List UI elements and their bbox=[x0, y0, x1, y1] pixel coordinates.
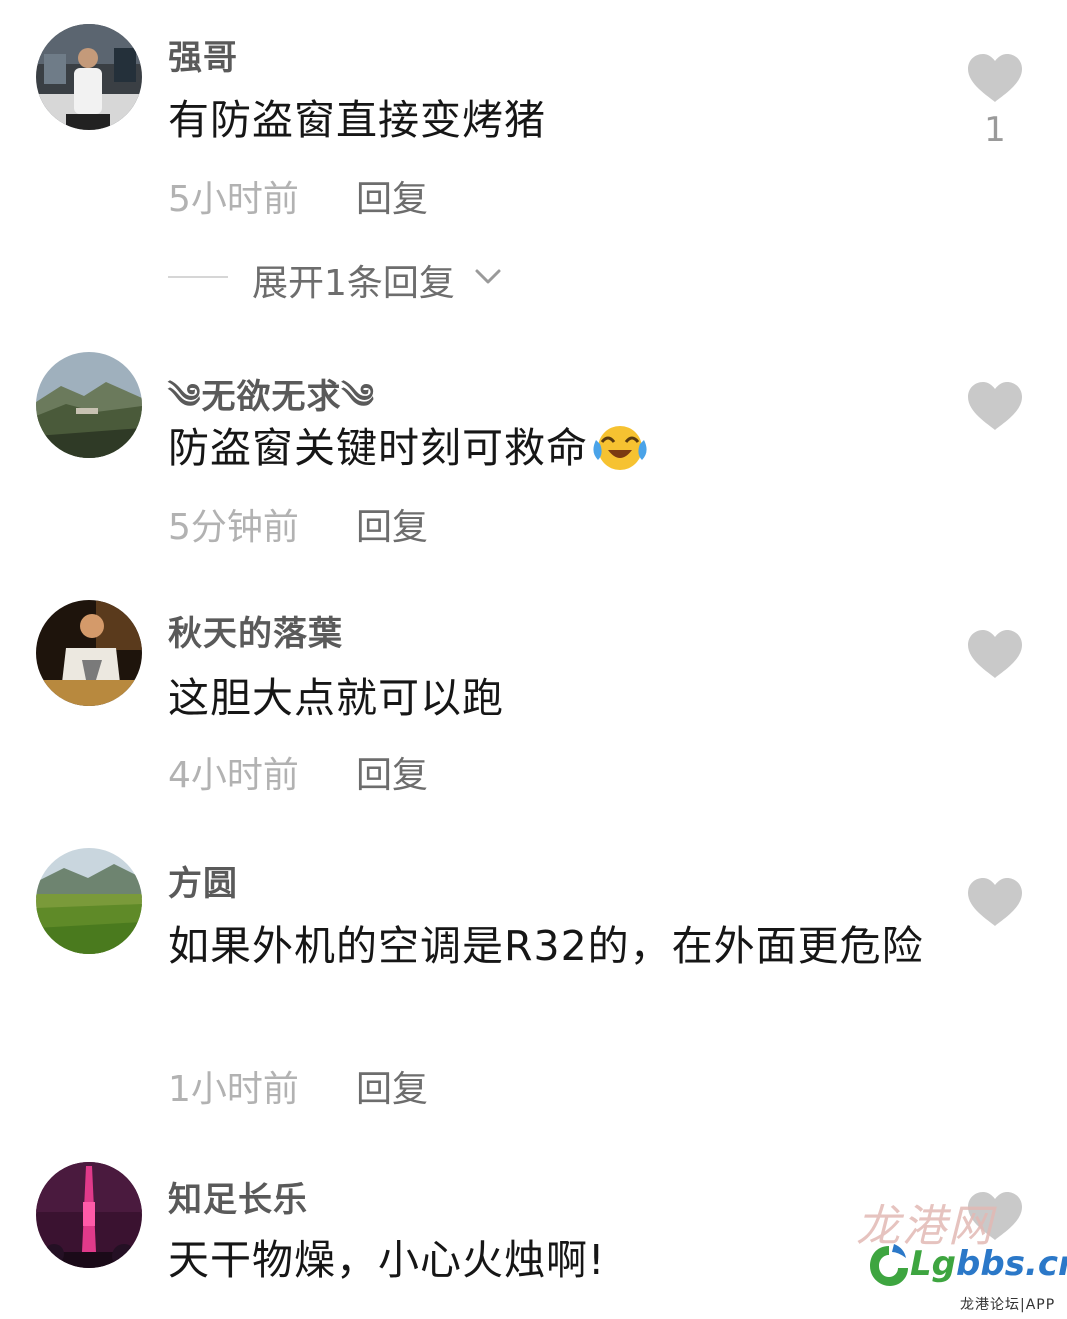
comment-timestamp: 4小时前 bbox=[168, 755, 299, 796]
comment-text: 天干物燥，小心火烛啊! bbox=[168, 1236, 606, 1284]
heart-icon bbox=[968, 878, 1022, 926]
avatar[interactable] bbox=[36, 600, 142, 706]
expand-replies-label: 展开1条回复 bbox=[252, 263, 455, 304]
avatar-image bbox=[36, 24, 142, 130]
heart-icon bbox=[968, 54, 1022, 102]
avatar-image bbox=[36, 352, 142, 458]
watermark-logo-suffix: bbs.cn bbox=[956, 1244, 1067, 1284]
watermark: 龙港网 Lgbbs.cn 龙港论坛|APP bbox=[850, 1190, 1067, 1315]
comment-username[interactable]: 方圆 bbox=[168, 856, 238, 905]
divider bbox=[168, 276, 228, 278]
watermark-logo-prefix: Lg bbox=[910, 1244, 957, 1284]
avatar[interactable] bbox=[36, 1162, 142, 1268]
comment-timestamp: 5小时前 bbox=[168, 179, 299, 220]
avatar[interactable] bbox=[36, 848, 142, 954]
comment-feed: 强哥 有防盗窗直接变烤猪 5小时前 回复 1 展开1条回复 ༄无欲无求༄ 防盗窗… bbox=[0, 0, 1067, 1319]
reply-button[interactable]: 回复 bbox=[356, 746, 428, 798]
comment-timestamp: 1小时前 bbox=[168, 1069, 299, 1110]
comment-item: 强哥 有防盗窗直接变烤猪 5小时前 回复 1 展开1条回复 bbox=[0, 0, 1067, 330]
like-count: 1 bbox=[984, 110, 1006, 150]
comment-item: 方圆 如果外机的空调是R32的，在外面更危险 1小时前 回复 bbox=[0, 830, 1067, 1150]
comment-item: ༄无欲无求༄ 防盗窗关键时刻可救命 5分钟前 回复 bbox=[0, 330, 1067, 580]
comment-text: 有防盗窗直接变烤猪 bbox=[168, 96, 546, 144]
comment-username[interactable]: 秋天的落葉 bbox=[168, 606, 343, 655]
watermark-caption: 龙港论坛|APP bbox=[960, 1297, 1056, 1313]
like-button[interactable] bbox=[966, 52, 1024, 104]
reply-button[interactable]: 回复 bbox=[356, 170, 428, 222]
crying-laughing-emoji-icon bbox=[593, 426, 647, 470]
avatar-image bbox=[36, 1162, 142, 1268]
reply-button[interactable]: 回复 bbox=[356, 498, 428, 550]
avatar[interactable] bbox=[36, 24, 142, 130]
heart-icon bbox=[968, 382, 1022, 430]
like-button[interactable] bbox=[966, 876, 1024, 928]
watermark-logo: Lgbbs.cn bbox=[868, 1242, 1067, 1292]
chevron-down-icon bbox=[475, 269, 501, 284]
comment-item: 秋天的落葉 这胆大点就可以跑 4小时前 回复 bbox=[0, 580, 1067, 830]
comment-username[interactable]: 强哥 bbox=[168, 30, 238, 79]
comment-text: 这胆大点就可以跑 bbox=[168, 674, 504, 722]
watermark-logo-text: Lgbbs.cn bbox=[910, 1244, 1067, 1284]
comment-text: 防盗窗关键时刻可救命 bbox=[168, 416, 948, 480]
comment-text-content: 防盗窗关键时刻可救命 bbox=[168, 424, 588, 472]
like-button[interactable] bbox=[966, 380, 1024, 432]
reply-button[interactable]: 回复 bbox=[356, 1060, 428, 1112]
logo-swirl-icon bbox=[870, 1244, 908, 1286]
comment-username[interactable]: 知足长乐 bbox=[168, 1172, 308, 1221]
avatar[interactable] bbox=[36, 352, 142, 458]
comment-text: 如果外机的空调是R32的，在外面更危险 bbox=[168, 922, 924, 970]
comment-timestamp: 5分钟前 bbox=[168, 507, 299, 548]
heart-icon bbox=[968, 630, 1022, 678]
like-button[interactable] bbox=[966, 628, 1024, 680]
avatar-image bbox=[36, 848, 142, 954]
avatar-image bbox=[36, 600, 142, 706]
